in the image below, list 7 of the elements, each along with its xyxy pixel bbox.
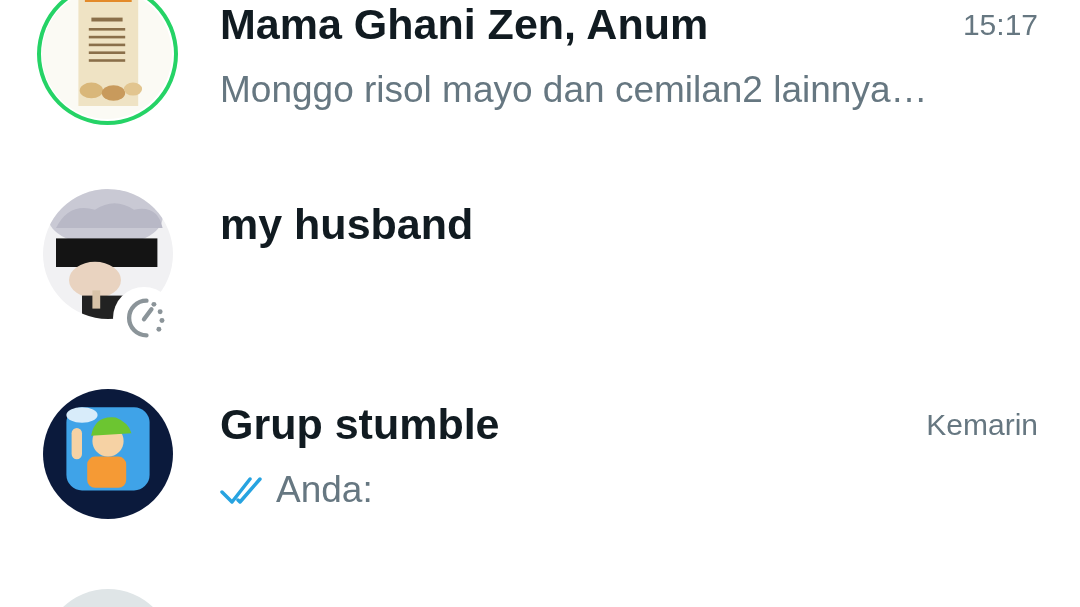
message-preview: Monggo risol mayo dan cemilan2 lainnya… xyxy=(220,68,928,111)
chat-time: Kemarin xyxy=(926,407,1038,442)
chat-name: my husband xyxy=(220,200,474,249)
chat-name: Mama Ghani Zen, Anum xyxy=(220,0,709,49)
message-preview: Anda: xyxy=(276,468,373,511)
chat-time: 15:17 xyxy=(962,7,1038,42)
chat-name: Grup stumble xyxy=(220,400,500,449)
